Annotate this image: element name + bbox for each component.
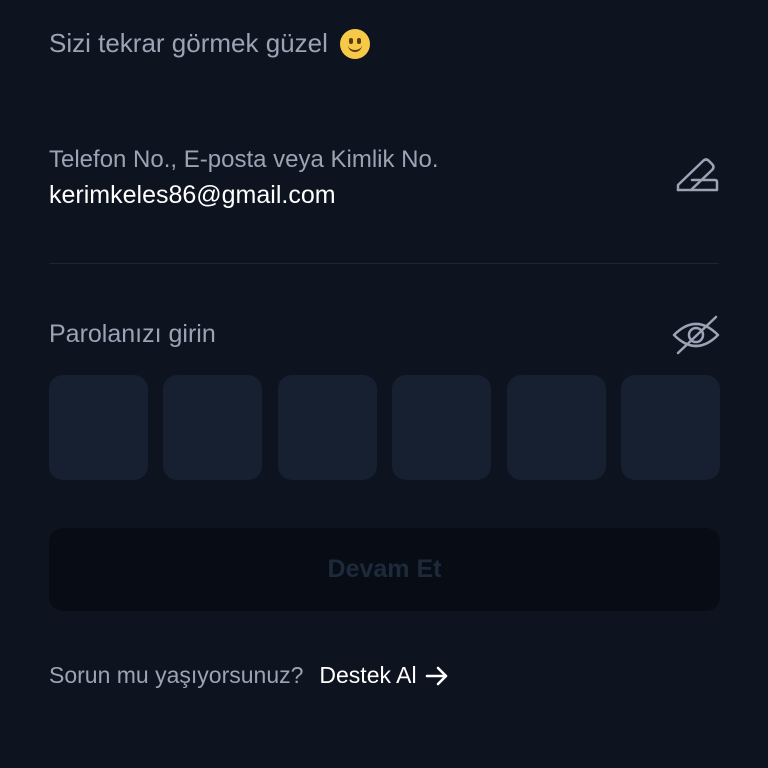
pin-digit-box[interactable] (392, 375, 492, 480)
toggle-password-visibility-button[interactable] (670, 313, 722, 357)
arrow-right-icon (425, 666, 447, 685)
get-support-label: Destek Al (319, 662, 417, 688)
pin-digit-box[interactable] (277, 375, 377, 480)
identifier-label: Telefon No., E-posta veya Kimlik No. (49, 146, 439, 173)
login-page: Sizi tekrar görmek güzel Telefon No., E-… (0, 0, 768, 768)
identifier-value: kerimkeles86@gmail.com (49, 181, 336, 209)
password-label: Parolanızı girin (49, 320, 216, 348)
continue-button[interactable]: Devam Et (49, 528, 720, 611)
get-support-link[interactable]: Destek Al (319, 662, 448, 689)
pin-digit-box[interactable] (620, 375, 720, 480)
edit-pencil-icon (676, 158, 719, 192)
eye-slash-icon (672, 315, 720, 355)
help-question: Sorun mu yaşıyorsunuz? (49, 662, 304, 688)
greeting: Sizi tekrar görmek güzel (49, 28, 370, 59)
pin-digit-box[interactable] (49, 375, 148, 480)
pin-digit-box[interactable] (506, 375, 606, 480)
greeting-text: Sizi tekrar görmek güzel (49, 28, 328, 58)
edit-identifier-button[interactable] (672, 156, 722, 196)
help-row: Sorun mu yaşıyorsunuz? Destek Al (49, 662, 449, 689)
pin-digit-box[interactable] (163, 375, 263, 480)
divider (49, 263, 719, 264)
smiley-face-icon (339, 28, 370, 59)
password-pin-input[interactable] (49, 375, 720, 480)
